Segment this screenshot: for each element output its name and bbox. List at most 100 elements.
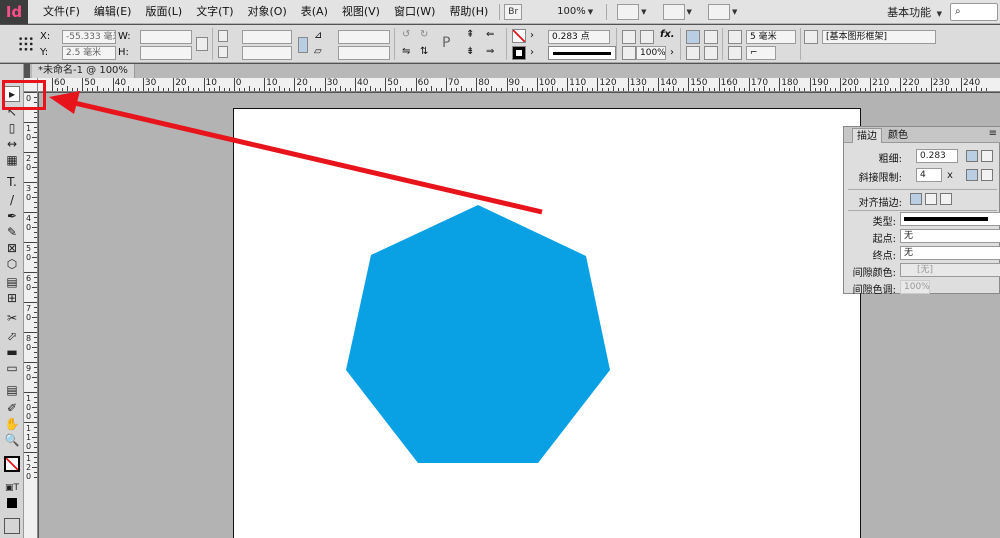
- menu-file[interactable]: 文件(F): [36, 0, 87, 24]
- gap-tool-icon[interactable]: ↔: [4, 136, 20, 152]
- link-scale-icon[interactable]: [298, 37, 308, 53]
- pencil-tool-icon[interactable]: ✎: [4, 224, 20, 240]
- menu-help[interactable]: 帮助(H): [442, 0, 495, 24]
- view-options-button[interactable]: [617, 3, 640, 20]
- start-dropdown[interactable]: 无: [900, 229, 1000, 243]
- h-field[interactable]: [140, 46, 192, 60]
- line-tool-icon[interactable]: /: [4, 192, 20, 208]
- stroke-swatch-icon[interactable]: [512, 46, 526, 60]
- chevron-right-icon[interactable]: ›: [530, 30, 534, 41]
- text-wrap-shape-icon[interactable]: [686, 46, 700, 60]
- constrain-proportions-icon[interactable]: [196, 37, 208, 51]
- chevron-right-icon[interactable]: ›: [530, 47, 534, 58]
- tab-color[interactable]: 颜色: [884, 128, 912, 143]
- gap-color-dropdown[interactable]: [无]: [900, 263, 1000, 277]
- stroke-type-dropdown[interactable]: [548, 46, 616, 60]
- weight-field[interactable]: 0.283: [916, 149, 958, 163]
- ruler-label: 90: [508, 78, 520, 88]
- rotate-cw-icon[interactable]: ↻: [420, 29, 428, 40]
- stroke-type-dropdown[interactable]: [900, 212, 1000, 226]
- apply-color-icon[interactable]: [7, 498, 17, 508]
- formatting-container-icon[interactable]: ▣T: [4, 480, 20, 496]
- menu-view[interactable]: 视图(V): [335, 0, 387, 24]
- flip-vertical-icon[interactable]: ⇅: [420, 46, 428, 57]
- ruler-label: 240: [963, 78, 981, 88]
- search-input[interactable]: ⌕: [950, 3, 998, 21]
- polygon-tool-icon[interactable]: ⬡: [4, 256, 20, 272]
- content-collector-icon[interactable]: ▦: [4, 152, 20, 168]
- rotate-field[interactable]: [338, 30, 390, 44]
- menu-edit[interactable]: 编辑(E): [87, 0, 139, 24]
- select-previous-icon[interactable]: ⇐: [486, 29, 494, 40]
- bridge-button[interactable]: Br: [504, 3, 523, 20]
- ruler-minor-tick: [34, 112, 37, 113]
- menu-window[interactable]: 窗口(W): [387, 0, 442, 24]
- text-wrap-jump-icon[interactable]: [704, 46, 718, 60]
- align-outside-icon[interactable]: [940, 193, 952, 205]
- arrange-documents-button[interactable]: [707, 3, 730, 20]
- gradient-feather-tool-icon[interactable]: ▭: [4, 360, 20, 376]
- cap-round-icon[interactable]: [981, 150, 993, 162]
- gap-tint-field[interactable]: 100%: [900, 280, 930, 294]
- y-field[interactable]: 2.5 毫米: [62, 46, 116, 60]
- align-inside-icon[interactable]: [925, 193, 937, 205]
- align-center-icon[interactable]: [910, 193, 922, 205]
- document-tab[interactable]: *未命名-1 @ 100%: [32, 64, 135, 78]
- tab-stroke[interactable]: 描边: [852, 128, 882, 143]
- eyedropper-tool-icon[interactable]: ✐: [4, 400, 20, 416]
- reference-point-icon[interactable]: [18, 36, 34, 52]
- effects-icon[interactable]: [622, 30, 636, 44]
- end-dropdown[interactable]: 无: [900, 246, 1000, 260]
- join-miter-icon[interactable]: [966, 169, 978, 181]
- hand-tool-icon[interactable]: ✋: [4, 416, 20, 432]
- fx-icon[interactable]: fx.: [660, 29, 675, 40]
- screen-mode-icon[interactable]: [4, 518, 20, 534]
- scale-y-field[interactable]: [242, 46, 292, 60]
- opacity-field[interactable]: 100%: [636, 46, 666, 60]
- select-content-icon[interactable]: ⇟: [466, 46, 474, 57]
- text-wrap-none-icon[interactable]: [686, 30, 700, 44]
- ruler-minor-tick: [274, 88, 276, 91]
- corner-shape-dropdown[interactable]: ⌐: [746, 46, 776, 60]
- screen-mode-button[interactable]: [662, 3, 685, 20]
- chevron-right-icon[interactable]: ›: [670, 47, 674, 58]
- vertical-grid-tool-icon[interactable]: ⊞: [4, 290, 20, 306]
- scale-x-field[interactable]: [242, 30, 292, 44]
- select-next-icon[interactable]: ⇒: [486, 46, 494, 57]
- zoom-level[interactable]: 100% ▼: [552, 6, 598, 17]
- miter-limit-field[interactable]: 4: [916, 168, 942, 182]
- menu-type[interactable]: 文字(T): [189, 0, 240, 24]
- horizontal-grid-tool-icon[interactable]: ▤: [4, 274, 20, 290]
- ruler-label: 20: [175, 78, 187, 88]
- panel-menu-icon[interactable]: ≡: [989, 128, 997, 139]
- x-field[interactable]: -55.333 毫米: [62, 30, 116, 44]
- object-style-dropdown[interactable]: [基本图形框架]: [822, 30, 936, 44]
- menu-layout[interactable]: 版面(L): [138, 0, 189, 24]
- flip-horizontal-icon[interactable]: ⇋: [402, 46, 410, 57]
- note-tool-icon[interactable]: ▤: [4, 382, 20, 398]
- zoom-tool-icon[interactable]: 🔍: [4, 432, 20, 448]
- scissors-tool-icon[interactable]: ✂: [4, 310, 20, 326]
- cap-butt-icon[interactable]: [966, 150, 978, 162]
- menu-table[interactable]: 表(A): [294, 0, 335, 24]
- document-page[interactable]: [233, 108, 861, 538]
- rectangle-frame-tool-icon[interactable]: ⊠: [4, 240, 20, 256]
- rotate-ccw-icon[interactable]: ↺: [402, 29, 410, 40]
- shear-field[interactable]: [338, 46, 390, 60]
- menu-object[interactable]: 对象(O): [241, 0, 294, 24]
- drop-shadow-icon[interactable]: [640, 30, 654, 44]
- select-container-icon[interactable]: ⇞: [466, 29, 474, 40]
- stroke-weight-field[interactable]: 0.283 点: [548, 30, 610, 44]
- gradient-swatch-tool-icon[interactable]: ▬: [4, 344, 20, 360]
- free-transform-tool-icon[interactable]: ⬀: [4, 328, 20, 344]
- type-tool-icon[interactable]: T.: [4, 174, 20, 190]
- join-round-icon[interactable]: [981, 169, 993, 181]
- pen-tool-icon[interactable]: ✒: [4, 208, 20, 224]
- workspace-switcher[interactable]: 基本功能 ▼: [887, 4, 942, 20]
- text-wrap-box-icon[interactable]: [704, 30, 718, 44]
- w-field[interactable]: [140, 30, 192, 44]
- fill-swatch-icon[interactable]: [512, 29, 526, 43]
- page-tool-icon[interactable]: ▯: [4, 120, 20, 136]
- fill-stroke-swatch-icon[interactable]: [4, 456, 20, 472]
- fit-offset-field[interactable]: 5 毫米: [746, 30, 796, 44]
